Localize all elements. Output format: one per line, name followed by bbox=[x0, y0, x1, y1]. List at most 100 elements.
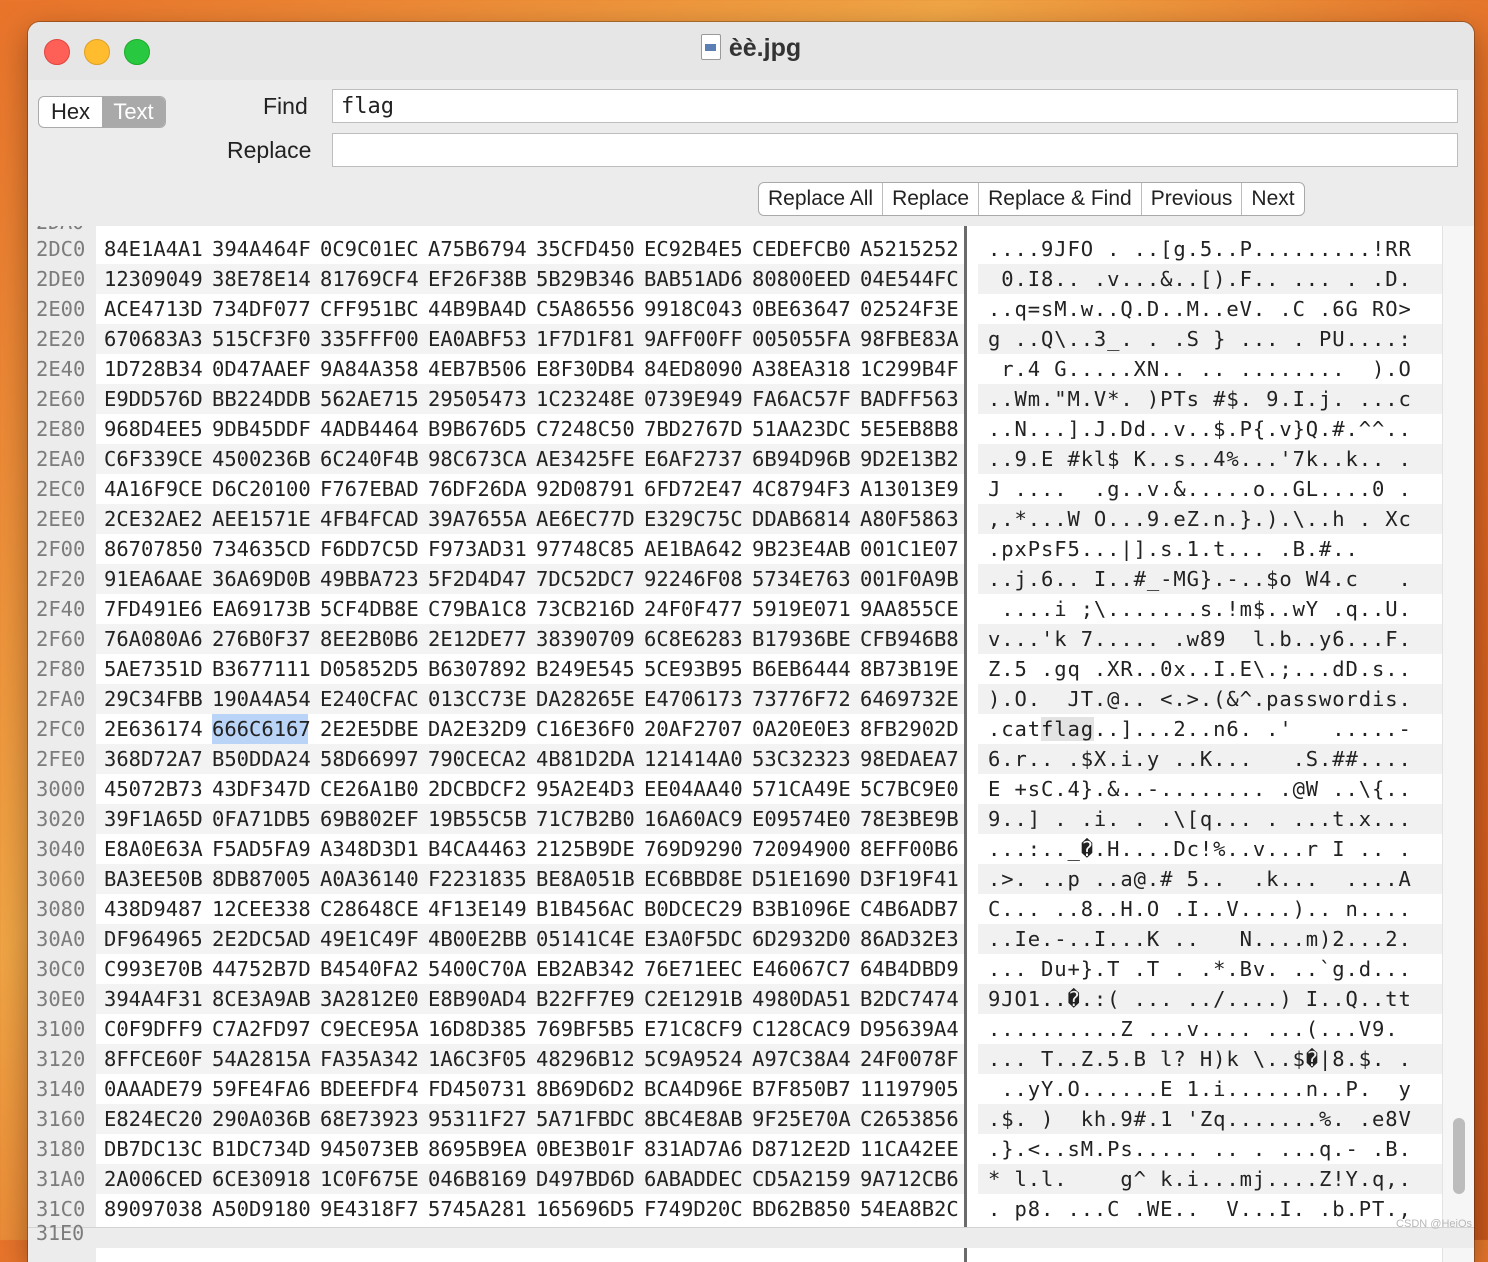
vertical-scrollbar[interactable] bbox=[1442, 226, 1474, 1262]
replace-button[interactable]: Replace bbox=[883, 183, 980, 215]
ascii-text[interactable]: ..Wm."M.V*. )PTs #$. 9.I.j. ...c bbox=[988, 384, 1412, 414]
hex-word[interactable]: 4B81D2DA bbox=[536, 744, 644, 774]
hex-word[interactable]: 68E73923 bbox=[320, 1104, 428, 1134]
hex-word[interactable]: ACE4713D bbox=[104, 294, 212, 324]
hex-word[interactable]: 76A080A6 bbox=[104, 624, 212, 654]
hex-word[interactable]: 8FFCE60F bbox=[104, 1044, 212, 1074]
hex-word[interactable]: 39F1A65D bbox=[104, 804, 212, 834]
hex-word[interactable]: D8712E2D bbox=[752, 1134, 860, 1164]
hex-word[interactable]: 86AD32E3 bbox=[860, 924, 968, 954]
hex-word[interactable]: 515CF3F0 bbox=[212, 324, 320, 354]
hex-word[interactable]: F749D20C bbox=[644, 1194, 752, 1224]
hex-word[interactable]: 7FD491E6 bbox=[104, 594, 212, 624]
previous-button[interactable]: Previous bbox=[1142, 183, 1243, 215]
ascii-text[interactable]: r.4 G.....XN.. .. ........ ).O bbox=[988, 354, 1412, 384]
hex-row[interactable]: 2F80 5AE7351D B3677111 D05852D5 B6307892 B249… bbox=[28, 654, 1442, 684]
hex-row[interactable]: 30C0 C993E70B 44752B7D B4540FA2 5400C70A EB2A… bbox=[28, 954, 1442, 984]
hex-row[interactable]: 3020 39F1A65D 0FA71DB5 69B802EF 19B55C5B 71C7… bbox=[28, 804, 1443, 834]
hex-word[interactable]: 5C9A9524 bbox=[644, 1044, 752, 1074]
hex-word[interactable]: DF964965 bbox=[104, 924, 212, 954]
hex-row[interactable]: 3180 DB7DC13C B1DC734D 945073EB 8695B9EA 0BE3… bbox=[28, 1134, 1442, 1164]
hex-word[interactable]: 45072B73 bbox=[104, 774, 212, 804]
hex-word[interactable]: BD62B850 bbox=[752, 1194, 860, 1224]
hex-word[interactable]: 95311F27 bbox=[428, 1104, 536, 1134]
hex-word[interactable]: 734DF077 bbox=[212, 294, 320, 324]
hex-word[interactable]: A38EA318 bbox=[752, 354, 860, 384]
hex-word[interactable]: C16E36F0 bbox=[536, 714, 644, 744]
ascii-text[interactable]: ..j.6.. I..#_-MG}.-..$o W4.c . bbox=[988, 564, 1412, 594]
hex-word[interactable]: 0D47AAEF bbox=[212, 354, 320, 384]
hex-word[interactable]: E329C75C bbox=[644, 504, 752, 534]
hex-word[interactable]: 790CECA2 bbox=[428, 744, 536, 774]
ascii-text[interactable]: ....9JFO . ..[g.5..P.........!RR bbox=[988, 234, 1412, 264]
hex-word[interactable]: 91EA6AAE bbox=[104, 564, 212, 594]
hex-word[interactable]: E71C8CF9 bbox=[644, 1014, 752, 1044]
hex-word[interactable]: 24F0078F bbox=[860, 1044, 968, 1074]
hex-bytes[interactable]: 76A080A6 276B0F37 8EE2B0B6 2E12DE77 38390709… bbox=[104, 624, 968, 654]
hex-word[interactable]: 73776F72 bbox=[752, 684, 860, 714]
hex-word[interactable]: 5A71FBDC bbox=[536, 1104, 644, 1134]
hex-word[interactable]: AE1BA642 bbox=[644, 534, 752, 564]
hex-word[interactable]: 046B8169 bbox=[428, 1164, 536, 1194]
scrollbar-thumb[interactable] bbox=[1453, 1118, 1465, 1194]
hex-word[interactable]: 6D2932D0 bbox=[752, 924, 860, 954]
hex-word[interactable]: 001C1E07 bbox=[860, 534, 968, 564]
hex-word[interactable]: F973AD31 bbox=[428, 534, 536, 564]
hex-word[interactable]: 9E4318F7 bbox=[320, 1194, 428, 1224]
hex-word[interactable]: 769BF5B5 bbox=[536, 1014, 644, 1044]
hex-word[interactable]: D3F19F41 bbox=[860, 864, 968, 894]
hex-word[interactable]: E46067C7 bbox=[752, 954, 860, 984]
hex-word[interactable]: 734635CD bbox=[212, 534, 320, 564]
hex-word[interactable]: 92D08791 bbox=[536, 474, 644, 504]
hex-word[interactable]: E9DD576D bbox=[104, 384, 212, 414]
hex-bytes[interactable]: C993E70B 44752B7D B4540FA2 5400C70A EB2AB342… bbox=[104, 954, 968, 984]
find-input[interactable]: flag bbox=[332, 89, 1458, 123]
hex-word[interactable]: EC92B4E5 bbox=[644, 234, 752, 264]
hex-word[interactable]: 5C7BC9E0 bbox=[860, 774, 968, 804]
hex-word[interactable]: E4706173 bbox=[644, 684, 752, 714]
hex-mode-button[interactable]: Hex bbox=[39, 97, 102, 127]
hex-word[interactable]: 36A69D0B bbox=[212, 564, 320, 594]
ascii-text[interactable]: ..9.E #kl$ K..s..4%...'7k..k.. . bbox=[988, 444, 1412, 474]
hex-word[interactable]: 76E71EEC bbox=[644, 954, 752, 984]
hex-word[interactable]: 44752B7D bbox=[212, 954, 320, 984]
hex-word[interactable]: 8DB87005 bbox=[212, 864, 320, 894]
hex-view[interactable]: 2DA0 2DC0 84E1A4A1394A464F0C9C01ECA75B679… bbox=[28, 226, 1474, 1262]
hex-word[interactable]: 04E544FC bbox=[860, 264, 968, 294]
hex-word[interactable]: 5AE7351D bbox=[104, 654, 212, 684]
hex-word[interactable]: 4ADB4464 bbox=[320, 414, 428, 444]
ascii-text[interactable]: C... ..8..H.O .I..V....).. n.... bbox=[988, 894, 1412, 924]
hex-word[interactable]: D51E1690 bbox=[752, 864, 860, 894]
hex-word[interactable]: 9AFF00FF bbox=[644, 324, 752, 354]
hex-row[interactable]: 2FE0 368D72A7 B50DDA24 58D66997 790CECA2 4B81… bbox=[28, 744, 1443, 774]
hex-word[interactable]: D95639A4 bbox=[860, 1014, 968, 1044]
hex-word[interactable]: 121414A0 bbox=[644, 744, 752, 774]
ascii-text[interactable]: .pxPsF5...|].s.1.t... .B.#.. bbox=[988, 534, 1359, 564]
hex-word[interactable]: 831AD7A6 bbox=[644, 1134, 752, 1164]
hex-word[interactable]: AEE1571E bbox=[212, 504, 320, 534]
ascii-text[interactable]: 6.r.. .$X.i.y ..K... .S.##.... bbox=[988, 744, 1412, 774]
hex-word[interactable]: 5F2D4D47 bbox=[428, 564, 536, 594]
hex-row[interactable]: 2EE0 2CE32AE2 AEE1571E 4FB4FCAD 39A7655A AE6E… bbox=[28, 504, 1443, 534]
hex-word[interactable]: 8EFF00B6 bbox=[860, 834, 968, 864]
hex-word[interactable]: 9B23E4AB bbox=[752, 534, 860, 564]
hex-word[interactable]: 4980DA51 bbox=[752, 984, 860, 1014]
hex-word-match[interactable]: 666C6167 bbox=[212, 714, 311, 744]
hex-word[interactable]: C2653856 bbox=[860, 1104, 968, 1134]
hex-word[interactable]: 54A2815A bbox=[212, 1044, 320, 1074]
hex-word[interactable]: 0A20E0E3 bbox=[752, 714, 860, 744]
hex-word[interactable]: 8FB2902D bbox=[860, 714, 968, 744]
hex-word[interactable]: 95A2E4D3 bbox=[536, 774, 644, 804]
ascii-text[interactable]: E +sC.4}.&..-........ .@W ..\{.. bbox=[988, 774, 1412, 804]
ascii-text[interactable]: .$. ) kh.9#.1 'Zq.......%. .e8V bbox=[988, 1104, 1412, 1134]
hex-word[interactable]: 73CB216D bbox=[536, 594, 644, 624]
hex-word[interactable]: 5CE93B95 bbox=[644, 654, 752, 684]
hex-row[interactable]: 2EC0 4A16F9CE D6C20100 F767EBAD 76DF26DA 92D0… bbox=[28, 474, 1442, 504]
hex-word[interactable]: 4F13E149 bbox=[428, 894, 536, 924]
hex-bytes[interactable]: 12309049 38E78E14 81769CF4 EF26F38B 5B29B346… bbox=[104, 264, 968, 294]
hex-word[interactable]: B3677111 bbox=[212, 654, 320, 684]
hex-word[interactable]: 2CE32AE2 bbox=[104, 504, 212, 534]
ascii-text[interactable]: g ..Q\..3_. . .S } ... . PU....: bbox=[988, 324, 1412, 354]
hex-word[interactable]: B3B1096E bbox=[752, 894, 860, 924]
ascii-text[interactable]: ... Du+}.T .T . .*.Bv. ..`g.d... bbox=[988, 954, 1412, 984]
